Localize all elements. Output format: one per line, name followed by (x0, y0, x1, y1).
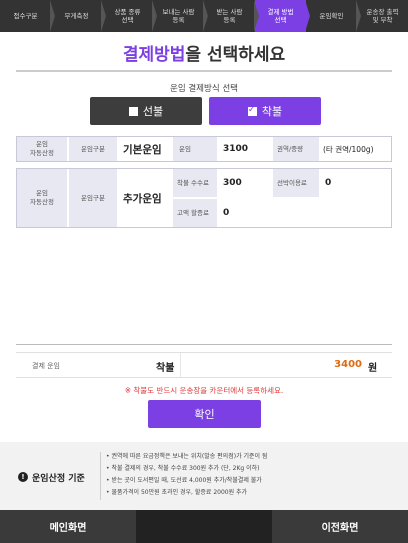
cod-fee-label: 착불 수수료 (173, 169, 217, 197)
register-warning: ※ 착불도 반드시 운송장을 카운터에서 등록하세요. (124, 386, 284, 395)
fare-basis-item: • 받는 곳이 도서편일 때, 도선료 4,000원 추가/착불결제 불가 (106, 477, 262, 484)
zone-weight-label: 권역/중량 (273, 137, 319, 161)
zone-weight-value: (타 권역/100g) (323, 144, 374, 154)
fare-basis-item: • 물품가격이 50만원 초과인 경우, 할증료 2000원 추가 (106, 489, 248, 496)
payment-fare-amount: 3400 (334, 359, 362, 370)
surcharge-label: 고액 할증료 (173, 199, 217, 227)
collect-label: 착불 (261, 105, 283, 118)
fare-basis-item: • 권역에 따른 요금정책은 보내는 위치(발송 편의점)가 기준이 됨 (106, 453, 268, 460)
basic-fare-value: 3100 (223, 144, 249, 154)
basic-fare-section-label: 운임 자동산정 (17, 137, 67, 161)
additional-fare-section-label: 운임 자동산정 (17, 169, 67, 227)
payment-fare-label: 결제 운임 (32, 362, 60, 370)
fee-divider (180, 353, 181, 377)
step-sender: 보내는 사람 등록 (153, 0, 208, 32)
collect-checkbox-checked-icon (247, 105, 257, 116)
basic-fare-label: 운임 (173, 137, 217, 161)
exclamation-icon: ! (18, 472, 28, 482)
basic-fare-type-label: 운임구분 (69, 137, 117, 161)
page-title: 결제방법을 선택하세요 (0, 40, 408, 65)
fare-basis-title: 운임산정 기준 (32, 474, 85, 484)
step-print-waybill: 운송장 출력 및 부착 (366, 8, 399, 24)
title-divider (16, 70, 392, 72)
additional-fare-type-label: 운임구분 (69, 169, 117, 227)
step-progress-bar: 접수구분 무게측정 상품 종류 선택 보내는 사람 등록 받는 사람 등록 결제… (0, 0, 408, 32)
fare-basis-panel: ! 운임산정 기준 • 권역에 따른 요금정책은 보내는 위치(발송 편의점)가… (0, 442, 408, 510)
previous-screen-button[interactable]: 이전화면 (272, 510, 408, 543)
page-title-highlight: 결제방법 (122, 45, 186, 65)
confirm-button[interactable]: 확인 (148, 400, 261, 428)
payment-fare-type: 착불 (156, 363, 175, 374)
main-screen-button[interactable]: 메인화면 (0, 510, 136, 543)
payment-fare-row: 결제 운임 착불 3400 원 (16, 352, 392, 378)
collect-on-delivery-button[interactable]: 착불 (209, 97, 321, 125)
surcharge-value: 0 (223, 208, 230, 218)
cod-fee-value: 300 (223, 178, 242, 188)
step-product-type: 상품 종류 선택 (102, 0, 157, 32)
ship-fee-value: 0 (325, 178, 332, 188)
payment-fare-unit: 원 (368, 363, 378, 374)
fare-basis-item: • 착불 결제의 경우, 착불 수수료 300원 추가 (단, 2Kg 이하) (106, 465, 260, 472)
footer-spacer (136, 510, 272, 543)
ship-fee-label: 선박이용료 (273, 169, 319, 197)
step-fare-check: 운임확인 (306, 0, 361, 32)
fare-basis-list: • 권역에 따른 요금정책은 보내는 위치(발송 편의점)가 기준이 됨 • 착… (106, 451, 267, 499)
step-payment-method: 결제 방법 선택 (255, 0, 310, 32)
basic-fare-table: 운임 자동산정 운임구분 기본운임 운임 3100 권역/중량 (타 권역/10… (16, 136, 392, 162)
fee-separator (16, 344, 392, 345)
step-weight: 무게측정 (51, 0, 106, 32)
step-reception-type: 접수구분 (0, 0, 55, 32)
prepaid-checkbox-icon (128, 106, 138, 116)
step-receiver: 받는 사람 등록 (204, 0, 259, 32)
fare-basis-divider (100, 452, 101, 500)
page-title-rest: 을 선택하세요 (185, 45, 286, 65)
prepaid-label: 선불 (142, 105, 164, 118)
footer-nav: 메인화면 이전화면 (0, 510, 408, 543)
prepaid-button[interactable]: 선불 (90, 97, 202, 125)
payment-method-heading: 운임 결제방식 선택 (170, 84, 238, 94)
additional-fare-table: 운임 자동산정 운임구분 추가운임 착불 수수료 300 선박이용료 0 고액 … (16, 168, 392, 228)
